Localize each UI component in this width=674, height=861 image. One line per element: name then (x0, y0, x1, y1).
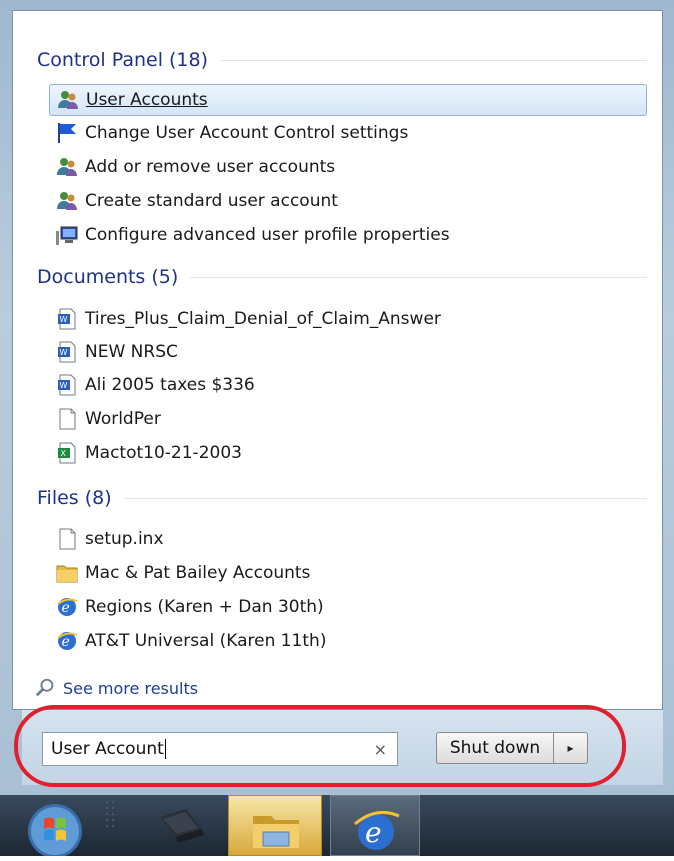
section-divider (220, 59, 647, 61)
search-input[interactable]: User Account × (42, 732, 398, 766)
result-item-document[interactable]: W NEW NRSC (49, 336, 647, 368)
result-item-file[interactable]: e AT&T Universal (Karen 11th) (49, 625, 647, 657)
windows-logo-icon (28, 804, 82, 858)
taskbar: e (0, 795, 674, 858)
taskbar-app-windows-explorer[interactable] (228, 795, 322, 856)
result-item-document[interactable]: X Mactot10-21-2003 (49, 437, 647, 469)
result-item-label: AT&T Universal (Karen 11th) (85, 631, 327, 651)
documents-section-header: Documents (5) (37, 264, 647, 290)
control-panel-section-title[interactable]: Control Panel (18) (37, 49, 220, 71)
see-more-results-link[interactable]: See more results (35, 675, 198, 701)
text-caret (164, 739, 166, 759)
result-item-label: setup.inx (85, 529, 164, 549)
result-item-label: Configure advanced user profile properti… (85, 225, 450, 245)
result-item-file[interactable]: Mac & Pat Bailey Accounts (49, 557, 647, 589)
section-divider (123, 497, 647, 499)
documents-section-title[interactable]: Documents (5) (37, 266, 190, 288)
internet-explorer-icon: e (354, 810, 400, 850)
magnifier-icon (35, 678, 54, 697)
result-item-create-standard-user-account[interactable]: Create standard user account (49, 185, 647, 217)
taskbar-gripper[interactable] (100, 795, 120, 856)
result-item-change-uac-settings[interactable]: Change User Account Control settings (49, 117, 647, 149)
result-item-document[interactable]: W Tires_Plus_Claim_Denial_of_Claim_Answe… (49, 303, 647, 335)
word-document-icon: W (58, 308, 76, 330)
result-item-label: User Accounts (86, 90, 208, 110)
result-item-user-accounts[interactable]: User Accounts (49, 84, 647, 116)
result-item-label: WorldPer (85, 409, 161, 429)
result-item-document[interactable]: W Ali 2005 taxes $336 (49, 369, 647, 401)
result-item-add-remove-user-accounts[interactable]: Add or remove user accounts (49, 151, 647, 183)
result-item-label: Mac & Pat Bailey Accounts (85, 563, 311, 583)
svg-text:e: e (62, 634, 70, 650)
blank-file-icon (59, 408, 76, 430)
result-item-label: Add or remove user accounts (85, 157, 336, 177)
uac-flag-icon (58, 123, 76, 143)
result-item-label: Change User Account Control settings (85, 123, 409, 143)
result-item-label: Tires_Plus_Claim_Denial_of_Claim_Answer (85, 309, 441, 329)
result-item-file[interactable]: e Regions (Karen + Dan 30th) (49, 591, 647, 623)
result-item-label: Regions (Karen + Dan 30th) (85, 597, 324, 617)
user-accounts-icon (58, 91, 78, 109)
gripper-dots-icon (106, 801, 114, 827)
svg-text:W: W (60, 315, 68, 324)
result-item-label: Create standard user account (85, 191, 338, 211)
see-more-results-label: See more results (63, 678, 199, 698)
user-accounts-icon (57, 192, 77, 210)
svg-text:X: X (61, 449, 67, 458)
computer-profile-icon (56, 226, 78, 245)
shut-down-options-arrow-icon[interactable]: ▸ (554, 732, 588, 764)
shut-down-button[interactable]: Shut down (436, 732, 554, 764)
word-document-icon: W (58, 341, 76, 363)
clear-search-icon[interactable]: × (374, 740, 387, 759)
blank-file-icon (59, 528, 76, 550)
files-section-header: Files (8) (37, 485, 647, 511)
internet-explorer-icon: e (57, 598, 78, 616)
internet-explorer-icon: e (57, 632, 78, 650)
result-item-label: Mactot10-21-2003 (85, 443, 242, 463)
search-input-value: User Account (51, 739, 164, 759)
start-menu-search-bar: User Account × Shut down ▸ (22, 710, 663, 785)
start-menu-results-pane: Control Panel (18) User Accounts Change … (12, 10, 663, 710)
result-item-configure-advanced-user-profile[interactable]: Configure advanced user profile properti… (49, 219, 647, 251)
section-divider (190, 276, 647, 278)
user-accounts-icon (57, 158, 77, 176)
start-button[interactable] (20, 795, 90, 858)
excel-document-icon: X (58, 442, 76, 464)
folder-icon (56, 565, 78, 583)
laptop-icon (160, 809, 204, 843)
svg-text:W: W (60, 348, 68, 357)
taskbar-app-internet-explorer[interactable]: e (330, 795, 420, 856)
control-panel-section-header: Control Panel (18) (37, 47, 647, 73)
result-item-document[interactable]: WorldPer (49, 403, 647, 435)
svg-text:e: e (365, 816, 382, 849)
result-item-label: Ali 2005 taxes $336 (85, 375, 255, 395)
svg-text:W: W (60, 381, 68, 390)
taskbar-app-computer[interactable] (140, 795, 220, 856)
word-document-icon: W (58, 374, 76, 396)
svg-text:e: e (62, 600, 70, 616)
result-item-file[interactable]: setup.inx (49, 523, 647, 555)
result-item-label: NEW NRSC (85, 342, 178, 362)
files-section-title[interactable]: Files (8) (37, 487, 124, 509)
folder-icon (253, 816, 299, 848)
